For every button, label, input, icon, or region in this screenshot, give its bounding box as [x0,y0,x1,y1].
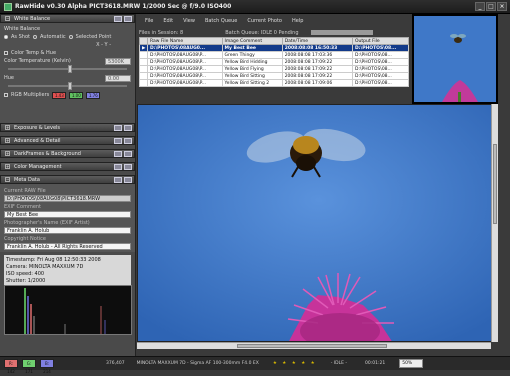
app-icon [4,2,12,11]
maximize-button[interactable]: □ [486,2,496,11]
rgb-g-field[interactable]: 1.00 [69,91,84,99]
copyright-input[interactable]: Franklin A. Holub - All Rights Reserved [4,243,131,250]
col-output-file[interactable]: Output File [352,37,409,45]
collapse-icon[interactable]: − [5,16,10,21]
file-table: Raw File Name Image Comment Date/Time Ou… [139,37,409,87]
status-time: 00:01:21 [364,361,386,366]
section-exposure[interactable]: + Exposure & Levels [0,123,135,132]
reset-icon[interactable] [124,177,132,183]
reset-icon[interactable] [124,164,132,170]
section-color-management[interactable]: + Color Management [0,162,135,171]
color-temp-slider[interactable] [8,65,127,73]
title-bar: RawHide v0.30 Alpha PICT3618.MRW 1/2000 … [0,0,510,14]
preset-icon[interactable] [114,164,122,170]
image-viewer[interactable] [137,104,498,342]
thumbnail-image [412,14,498,104]
status-b: B: 214 [40,359,54,374]
section-darkframes[interactable]: + DarkFrames & Background [0,149,135,158]
current-raw-file-field: D:\PHOTOS\08AUG08\PICT3618.MRW [4,195,131,202]
status-bar: R: 142 G: 171 B: 214 376,407 MINOLTA MAX… [0,356,510,374]
preset-icon[interactable] [114,151,122,157]
window-title: RawHide v0.30 Alpha PICT3618.MRW 1/2000 … [15,3,232,10]
color-temp-hue-checkbox[interactable] [4,51,8,55]
white-balance-panel: White Balance As Shot Automatic Selected… [0,23,135,123]
rating-stars[interactable]: ★ ★ ★ ★ ★ [273,361,317,366]
close-button[interactable]: × [497,2,507,11]
reset-icon[interactable] [124,151,132,157]
color-temp-knob[interactable] [67,65,72,73]
xy-readout: X - Y - [96,42,111,48]
selected-point-radio[interactable] [68,35,73,39]
status-g: G: 171 [22,359,36,374]
menu-file[interactable]: File [145,18,153,24]
reset-icon[interactable] [124,16,132,22]
vertical-scroll-thumb[interactable] [493,144,497,224]
reset-icon[interactable] [124,138,132,144]
rgb-r-field[interactable]: 1.43 [52,91,67,99]
histogram-graph [5,286,131,334]
expand-icon[interactable]: + [5,164,10,169]
menu-current-photo[interactable]: Current Photo [247,18,282,24]
histogram [4,285,132,335]
current-row-pointer-icon: ▶ [139,44,148,52]
expand-icon[interactable]: + [5,151,10,156]
table-row[interactable]: D:\PHOTOS\08AUG08\P... Yellow Bird Sittin… [139,79,409,87]
batch-progress-bar [310,30,373,35]
minimize-button[interactable]: _ [475,2,485,11]
horizontal-scrollbar[interactable] [137,342,491,349]
zoom-select[interactable]: 50% [399,359,424,368]
hue-knob[interactable] [67,82,72,90]
batch-queue-status: Batch Queue: IDLE 0 Pending [225,29,299,36]
menu-help[interactable]: Help [292,18,303,24]
preset-icon[interactable] [114,125,122,131]
wb-group-label: White Balance [4,26,41,32]
session-info: Files in Session: 8 Batch Queue: IDLE 0 … [137,28,410,37]
automatic-radio[interactable] [32,35,37,39]
top-area: File Edit View Batch Queue Current Photo… [137,14,410,104]
photographer-input[interactable]: Franklin A. Holub [4,227,131,234]
collapse-icon[interactable]: − [5,177,10,182]
exif-comment-input[interactable]: My Best Bee [4,211,131,218]
as-shot-radio[interactable] [4,35,8,39]
horizontal-scroll-thumb[interactable] [237,344,387,348]
color-temp-value[interactable]: 5300K [105,58,131,65]
menu-batch-queue[interactable]: Batch Queue [205,18,237,24]
menu-bar: File Edit View Batch Queue Current Photo… [137,14,410,28]
status-xy: 376,407 [106,361,125,366]
reset-icon[interactable] [124,125,132,131]
menu-view[interactable]: View [183,18,195,24]
status-state: - IDLE - [330,361,347,366]
hue-value[interactable]: 0.00 [105,75,131,82]
section-advanced[interactable]: + Advanced & Detail [0,136,135,145]
col-image-comment[interactable]: Image Comment [221,37,283,45]
table-row[interactable]: D:\PHOTOS\08AUG08\P... Yellow Bird Sittin… [139,72,409,80]
table-row[interactable]: ▶ D:\PHOTOS\08AUG0... My Best Bee 2008:08:… [139,44,409,52]
vertical-scrollbar[interactable] [491,104,498,342]
row-pointer-header [139,37,148,45]
status-lens: MINOLTA MAXXUM 7D - Sigma AF 100-300mm F… [136,361,259,366]
thumbnail-preview[interactable] [412,14,498,104]
table-row[interactable]: D:\PHOTOS\08AUG08\P... Yellow Bird Hiddin… [139,58,409,66]
table-row[interactable]: D:\PHOTOS\08AUG08\P... Yellow Bird Flying… [139,65,409,73]
menu-edit[interactable]: Edit [163,18,173,24]
table-row[interactable]: D:\PHOTOS\08AUG08\P... Green Thingy 2008:0… [139,51,409,59]
hue-slider[interactable] [8,82,127,90]
col-raw-file-name[interactable]: Raw File Name [147,37,223,45]
section-meta-data[interactable]: − Meta Data [0,175,135,184]
col-date-time[interactable]: Date/Time [281,37,354,45]
rgb-multipliers-checkbox[interactable] [4,93,8,97]
expand-icon[interactable]: + [5,138,10,143]
rgb-b-field[interactable]: 1.76 [86,91,101,99]
meta-data-panel: Current RAW File D:\PHOTOS\08AUG08\PICT3… [0,184,135,252]
files-in-session: Files in Session: 8 [139,29,184,36]
preset-icon[interactable] [114,138,122,144]
expand-icon[interactable]: + [5,125,10,130]
preset-icon[interactable] [114,177,122,183]
photo-canvas [138,105,497,341]
right-edge-panel [498,14,510,356]
status-r: R: 142 [4,359,18,374]
white-balance-header[interactable]: − White Balance [0,14,135,23]
preset-icon[interactable] [114,16,122,22]
